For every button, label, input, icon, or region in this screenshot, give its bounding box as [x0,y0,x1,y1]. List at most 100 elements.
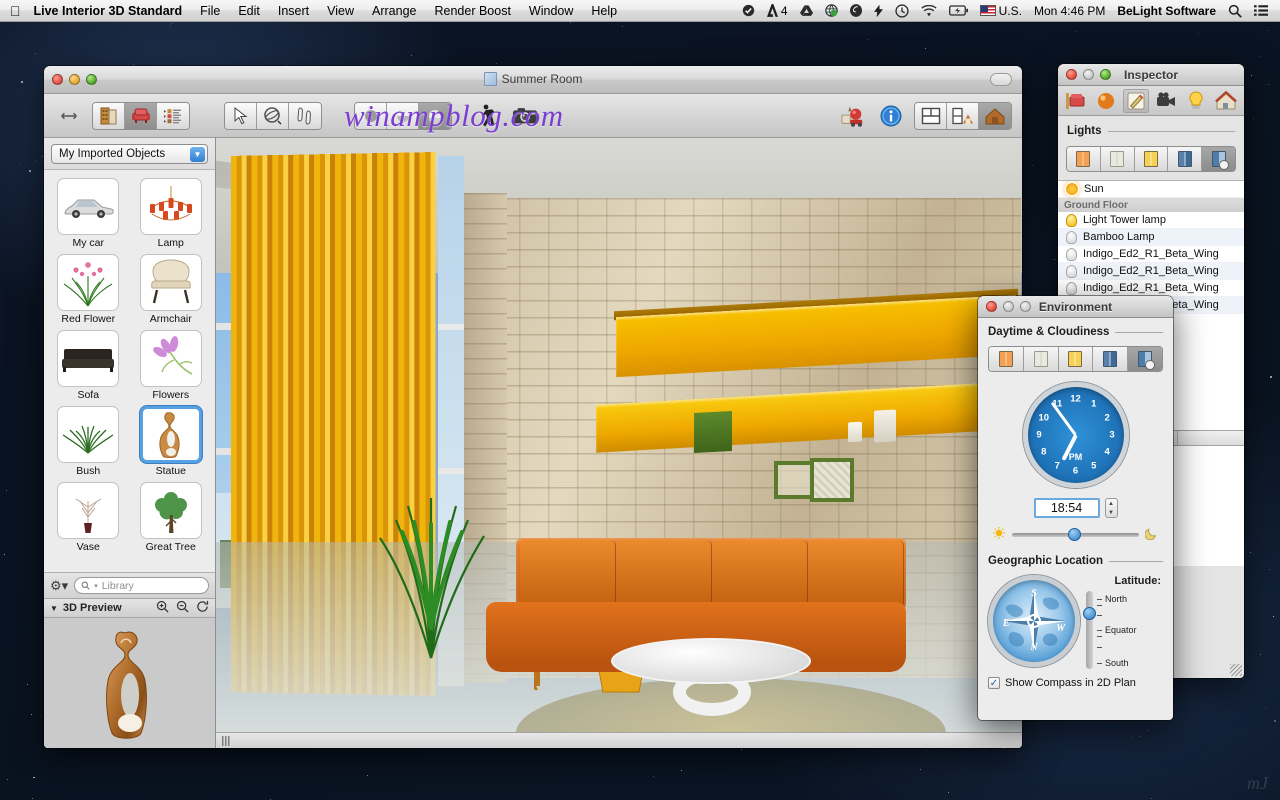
apple-menu-icon[interactable]:  [0,4,32,18]
category-popup-button[interactable]: My Imported Objects ▼ [51,144,208,164]
menu-render-boost[interactable]: Render Boost [425,0,519,22]
menu-edit[interactable]: Edit [229,0,269,22]
inspector-titlebar[interactable]: Inspector [1058,64,1244,86]
google-drive-icon[interactable] [794,0,819,22]
chevron-down-icon[interactable]: ▼ [190,147,205,162]
adobe-icon[interactable]: 4 [761,0,794,22]
menu-file[interactable]: File [191,0,229,22]
zoom-button[interactable] [1020,301,1031,312]
menu-arrange[interactable]: Arrange [363,0,425,22]
library-item-vase[interactable]: Vase [48,480,129,556]
edit-pencil-icon[interactable] [1123,88,1149,113]
3d-view-icon[interactable] [979,102,1011,129]
overcast-sky-icon[interactable] [1023,347,1059,371]
search-input[interactable]: ▾ Library [74,577,209,594]
list-icon[interactable] [1248,0,1274,22]
input-source-indicator[interactable]: U.S. [974,0,1028,22]
night-sky-icon[interactable] [1093,347,1129,371]
show-compass-checkbox[interactable]: ✓ Show Compass in 2D Plan [988,677,1163,689]
menu-window[interactable]: Window [520,0,582,22]
list-item[interactable]: Indigo_Ed2_R1_Beta_Wing [1058,246,1244,263]
checkmark-circle-icon[interactable] [736,0,761,22]
list-item[interactable]: Indigo_Ed2_R1_Beta_Wing [1058,280,1244,297]
wifi-icon[interactable] [915,0,943,22]
latitude-slider-knob[interactable] [1083,606,1096,620]
toolbar-collapse-icon[interactable] [990,73,1012,86]
lights-bulb-icon[interactable] [1183,89,1209,113]
clock-icon[interactable] [889,0,915,22]
list-outline-icon[interactable] [157,102,189,129]
light-mode-time-icon[interactable] [1202,147,1235,171]
orbit-rotate-icon[interactable] [257,102,289,129]
environment-titlebar[interactable]: Environment [978,296,1173,318]
bulb-off-icon[interactable] [1066,247,1077,261]
resize-grip-icon[interactable] [222,735,231,746]
minimize-button[interactable] [1083,69,1094,80]
building-icon[interactable] [93,102,125,129]
close-button[interactable] [1066,69,1077,80]
bulb-off-icon[interactable] [1066,230,1077,244]
bulb-off-icon[interactable] [1066,264,1077,278]
library-item-bush[interactable]: Bush [48,404,129,480]
library-item-armchair[interactable]: Armchair [131,252,212,328]
statue-3d-preview[interactable] [44,618,215,748]
menu-bar-user[interactable]: BeLight Software [1111,0,1222,22]
zoom-in-icon[interactable] [156,600,169,616]
library-item-sofa[interactable]: Sofa [48,328,129,404]
search-icon[interactable] [1222,0,1248,22]
daytime-slider-track[interactable] [1012,527,1139,541]
light-mode-neutral-icon[interactable] [1100,147,1135,171]
evernote-icon[interactable] [844,0,868,22]
menu-app-name[interactable]: Live Interior 3D Standard [32,0,192,22]
library-item-lamp[interactable]: Lamp [131,176,212,252]
resize-grip-icon[interactable] [1230,664,1242,676]
gear-icon[interactable]: ⚙▾ [50,578,68,594]
menu-insert[interactable]: Insert [269,0,318,22]
library-item-great-tree[interactable]: Great Tree [131,480,212,556]
time-of-day-icon[interactable] [1128,347,1162,371]
disclosure-triangle-icon[interactable]: ▼ [50,604,58,613]
armchair-icon[interactable] [125,102,157,129]
bulb-on-icon[interactable] [1066,213,1077,227]
stepper-up-down-icon[interactable]: ▲ ▼ [1104,498,1118,518]
time-input[interactable]: 18:54 [1033,498,1100,518]
plan-view-icon[interactable] [915,102,947,129]
render-boost-icon[interactable] [838,101,868,131]
bulb-off-icon[interactable] [1066,281,1077,295]
light-mode-cool-icon[interactable] [1168,147,1203,171]
zoom-out-icon[interactable] [176,600,189,616]
globe-icon[interactable] [819,0,844,22]
material-sphere-icon[interactable] [1093,89,1119,113]
library-item-flowers[interactable]: Flowers [131,328,212,404]
light-mode-warm-icon[interactable] [1067,147,1101,171]
library-item-red-flower[interactable]: Red Flower [48,252,129,328]
list-item[interactable]: Bamboo Lamp [1058,229,1244,246]
list-item[interactable]: Light Tower lamp [1058,212,1244,229]
menu-help[interactable]: Help [582,0,626,22]
house-tab-icon[interactable] [1213,89,1239,113]
close-button[interactable] [986,301,997,312]
lights-list-row-sun[interactable]: Sun [1058,181,1244,198]
preview-header[interactable]: ▼ 3D Preview [44,598,215,618]
info-icon[interactable] [876,101,906,131]
sunset-sky-icon[interactable] [989,347,1024,371]
rotate-reset-icon[interactable] [196,600,209,616]
main-window-titlebar[interactable]: Summer Room [44,66,1022,94]
flash-icon[interactable] [868,0,889,22]
checkmark-icon[interactable]: ✓ [988,677,1000,689]
camera-tab-icon[interactable] [1153,89,1179,113]
battery-icon[interactable] [943,0,974,22]
menu-view[interactable]: View [318,0,363,22]
light-mode-bright-icon[interactable] [1134,147,1169,171]
split-view-icon[interactable] [947,102,979,129]
daytime-slider-knob[interactable] [1067,527,1081,541]
document-proxy-icon[interactable] [483,72,497,86]
walk-move-icon[interactable] [289,102,321,129]
daytime-slider[interactable] [992,526,1159,543]
sunny-sky-icon[interactable] [1058,347,1094,371]
zoom-button[interactable] [1100,69,1111,80]
minimize-button[interactable] [1003,301,1014,312]
latitude-slider-track[interactable] [1083,591,1096,669]
menu-bar-clock[interactable]: Mon 4:46 PM [1028,0,1111,22]
horizontal-resize-icon[interactable] [54,101,84,131]
